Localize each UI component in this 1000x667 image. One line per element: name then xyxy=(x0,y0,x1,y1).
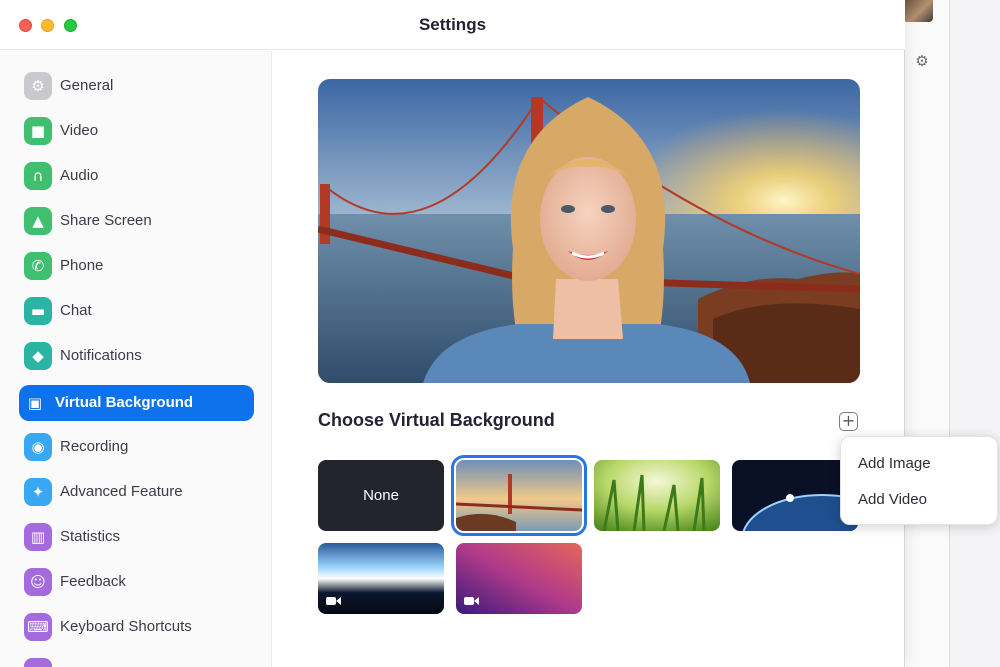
sparkle-icon: ✦ xyxy=(24,478,52,506)
window-title: Settings xyxy=(418,15,487,34)
background-app-toolbar xyxy=(905,0,950,667)
sidebar-item-label: Feedback xyxy=(60,573,126,590)
smiley-icon: ☺ xyxy=(24,568,52,596)
add-background-button[interactable]: + xyxy=(839,412,858,431)
settings-sidebar: ⚙ General ■ Video ∩ Audio ▲ Share Screen… xyxy=(0,51,272,667)
sidebar-item-accessibility[interactable] xyxy=(19,654,254,667)
avatar[interactable] xyxy=(903,0,933,22)
sidebar-item-label: Recording xyxy=(60,438,129,455)
sidebar-item-audio[interactable]: ∩ Audio xyxy=(19,158,254,194)
sidebar-item-recording[interactable]: ◉ Recording xyxy=(19,429,254,465)
sidebar-item-chat[interactable]: ▬ Chat xyxy=(19,293,254,329)
sidebar-item-video[interactable]: ■ Video xyxy=(19,113,254,149)
headphones-icon: ∩ xyxy=(24,162,52,190)
video-badge-icon xyxy=(326,597,341,605)
thumbnail-purple-gradient[interactable] xyxy=(456,543,582,614)
sidebar-item-label: Virtual Background xyxy=(55,394,194,411)
sidebar-item-label: Video xyxy=(60,122,99,139)
thumbnail-golden-gate[interactable] xyxy=(451,455,587,536)
sidebar-item-label: Chat xyxy=(60,302,92,319)
gear-icon[interactable]: ⚙ xyxy=(913,52,931,70)
sidebar-item-general[interactable]: ⚙ General xyxy=(19,68,254,104)
grass-image xyxy=(594,460,720,531)
sidebar-item-label: Statistics xyxy=(60,528,121,545)
preview-image xyxy=(318,79,860,383)
video-badge-icon xyxy=(464,597,479,605)
menu-item-add-video[interactable]: Add Video xyxy=(841,483,999,517)
golden-gate-image xyxy=(456,460,582,531)
sidebar-item-keyboard-shortcuts[interactable]: ⌨ Keyboard Shortcuts xyxy=(19,609,254,645)
camera-preview xyxy=(318,79,860,383)
sidebar-item-feedback[interactable]: ☺ Feedback xyxy=(19,564,254,600)
settings-window: Settings ⚙ General ■ Video ∩ Audio ▲ Sha… xyxy=(0,0,905,667)
sidebar-item-statistics[interactable]: ▥ Statistics xyxy=(19,519,254,555)
gear-icon: ⚙ xyxy=(24,72,52,100)
keyboard-icon: ⌨ xyxy=(24,613,52,641)
menu-item-add-image[interactable]: Add Image xyxy=(841,447,999,481)
title-bar: Settings xyxy=(0,0,905,50)
thumbnail-grass[interactable] xyxy=(594,460,720,531)
thumbnail-none[interactable]: None xyxy=(318,460,444,531)
sidebar-item-phone[interactable]: ✆ Phone xyxy=(19,248,254,284)
bell-icon: ◆ xyxy=(24,342,52,370)
sidebar-item-advanced-feature[interactable]: ✦ Advanced Feature xyxy=(19,474,254,510)
chat-bubble-icon: ▬ xyxy=(24,297,52,325)
sidebar-item-label: Audio xyxy=(60,167,99,184)
sidebar-item-notifications[interactable]: ◆ Notifications xyxy=(19,338,254,374)
person-portrait-icon: ▣ xyxy=(27,394,43,412)
sidebar-item-label: Keyboard Shortcuts xyxy=(60,618,192,635)
record-icon: ◉ xyxy=(24,433,52,461)
sidebar-item-virtual-background[interactable]: ▣ Virtual Background xyxy=(19,385,254,421)
bar-chart-icon: ▥ xyxy=(24,523,52,551)
sidebar-item-label: Advanced Feature xyxy=(60,483,183,500)
add-background-menu: Add Image Add Video xyxy=(840,436,998,525)
share-screen-icon: ▲ xyxy=(24,207,52,235)
section-title: Choose Virtual Background xyxy=(318,410,555,430)
sidebar-item-label: Share Screen xyxy=(60,212,152,229)
video-camera-icon: ■ xyxy=(24,117,52,145)
sidebar-item-label: Notifications xyxy=(60,347,142,364)
sidebar-item-label: General xyxy=(60,77,114,94)
phone-icon: ✆ xyxy=(24,252,52,280)
accessibility-icon xyxy=(24,658,52,667)
sidebar-item-share-screen[interactable]: ▲ Share Screen xyxy=(19,203,254,239)
sidebar-item-label: Phone xyxy=(60,257,104,274)
thumbnail-earth-aurora[interactable] xyxy=(318,543,444,614)
